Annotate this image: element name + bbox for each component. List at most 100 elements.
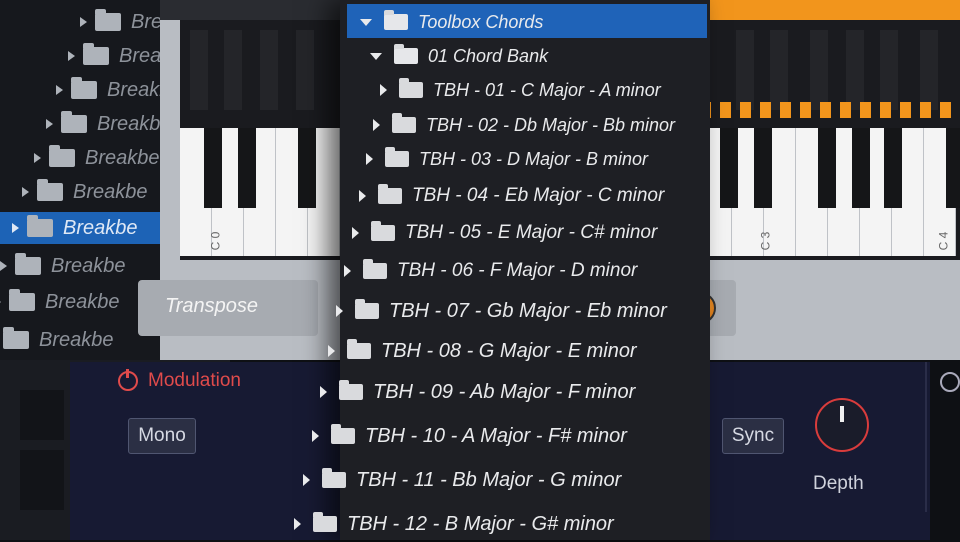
tree-item[interactable]: TBH - 09 - Ab Major - F minor (320, 375, 635, 409)
folder-icon (331, 424, 355, 444)
power-icon[interactable] (118, 369, 138, 391)
key-highlight-row (680, 102, 960, 120)
expand-arrow-icon[interactable] (0, 261, 7, 271)
black-key[interactable] (880, 30, 898, 110)
browser-item[interactable]: Breakbe (34, 142, 160, 174)
tree-item[interactable]: TBH - 02 - Db Major - Bb minor (373, 110, 675, 140)
expand-arrow-icon[interactable] (352, 227, 359, 239)
tree-item[interactable]: TBH - 10 - A Major - F# minor (312, 418, 627, 454)
black-key[interactable] (884, 128, 902, 208)
expand-arrow-icon[interactable] (312, 430, 319, 442)
black-key[interactable] (720, 128, 738, 208)
black-key[interactable] (736, 30, 754, 110)
tree-item[interactable]: TBH - 06 - F Major - D minor (344, 255, 637, 287)
browser-item[interactable]: Breakbe (46, 108, 172, 140)
key-highlight (900, 102, 911, 118)
tree-item-label: TBH - 04 - Eb Major - C minor (412, 185, 665, 206)
folder-icon (378, 184, 402, 204)
folder-icon (37, 179, 63, 201)
browser-item[interactable]: Breakbe (0, 250, 126, 282)
tree-item-label: TBH - 05 - E Major - C# minor (405, 222, 658, 243)
tree-item[interactable]: TBH - 03 - D Major - B minor (366, 144, 648, 174)
black-key[interactable] (238, 128, 256, 208)
expand-arrow-icon[interactable] (22, 187, 29, 197)
expand-arrow-icon[interactable] (56, 85, 63, 95)
octave-label: C 4 (936, 231, 951, 251)
black-key[interactable] (224, 30, 242, 110)
tree-item-bank[interactable]: 01 Chord Bank (370, 42, 548, 70)
tree-item[interactable]: TBH - 05 - E Major - C# minor (352, 217, 657, 249)
black-key[interactable] (298, 128, 316, 208)
key-highlight (840, 102, 851, 118)
modulation-header[interactable]: Modulation (118, 369, 241, 392)
expand-arrow-icon[interactable] (320, 386, 327, 398)
tree-item-root[interactable]: Toolbox Chords (360, 8, 543, 36)
mono-button[interactable]: Mono (128, 418, 196, 454)
expand-arrow-icon[interactable] (46, 119, 53, 129)
key-highlight (760, 102, 771, 118)
black-key[interactable] (754, 128, 772, 208)
key-highlight (860, 102, 871, 118)
expand-arrow-icon[interactable] (34, 153, 41, 163)
expand-arrow-icon[interactable] (373, 119, 380, 131)
expand-arrow-icon[interactable] (366, 153, 373, 165)
black-key[interactable] (846, 30, 864, 110)
tree-item[interactable]: TBH - 07 - Gb Major - Eb minor (336, 294, 667, 328)
sync-button[interactable]: Sync (722, 418, 784, 454)
black-key[interactable] (810, 30, 828, 110)
power-icon[interactable] (940, 372, 960, 392)
black-key[interactable] (818, 128, 836, 208)
key-highlight (920, 102, 931, 118)
expand-arrow-icon[interactable] (12, 223, 19, 233)
black-key[interactable] (204, 128, 222, 208)
folder-icon (313, 512, 337, 532)
black-key[interactable] (296, 30, 314, 110)
expand-arrow-icon[interactable] (359, 190, 366, 202)
browser-item-label: Breakbe (63, 216, 138, 239)
tree-item[interactable]: TBH - 08 - G Major - E minor (328, 334, 637, 368)
expand-arrow-icon[interactable] (294, 518, 301, 530)
folder-icon (347, 339, 371, 359)
black-key[interactable] (770, 30, 788, 110)
tree-item[interactable]: TBH - 04 - Eb Major - C minor (359, 180, 664, 212)
folder-icon (399, 78, 423, 98)
browser-item[interactable]: Breakbe (0, 324, 114, 356)
tree-item-label: TBH - 11 - Bb Major - G minor (356, 468, 622, 491)
black-key[interactable] (920, 30, 938, 110)
folder-open-icon (384, 10, 408, 30)
browser-item[interactable]: Breakbe (22, 176, 148, 208)
collapse-arrow-icon[interactable] (370, 52, 382, 60)
black-key[interactable] (852, 128, 870, 208)
browser-item[interactable]: Breakbe (0, 286, 120, 318)
expand-arrow-icon[interactable] (336, 305, 343, 317)
tree-item-label: TBH - 12 - B Major - G# minor (347, 512, 614, 535)
expand-arrow-icon[interactable] (303, 474, 310, 486)
tree-item-label: TBH - 01 - C Major - A minor (433, 79, 661, 100)
depth-knob[interactable] (815, 398, 869, 452)
tree-item[interactable]: TBH - 12 - B Major - G# minor (294, 506, 614, 542)
black-key[interactable] (260, 30, 278, 110)
expand-arrow-icon[interactable] (0, 297, 1, 307)
folder-icon (322, 468, 346, 488)
folder-icon (385, 147, 409, 167)
browser-item-label: Breakbe (39, 328, 114, 351)
expand-arrow-icon[interactable] (380, 84, 387, 96)
tree-item-label: TBH - 08 - G Major - E minor (381, 339, 637, 362)
expand-arrow-icon[interactable] (68, 51, 75, 61)
tree-item[interactable]: TBH - 01 - C Major - A minor (380, 76, 661, 104)
tree-item-label: TBH - 06 - F Major - D minor (397, 260, 638, 281)
black-key[interactable] (946, 128, 960, 208)
folder-icon (9, 289, 35, 311)
collapse-arrow-icon[interactable] (360, 18, 372, 26)
expand-arrow-icon[interactable] (344, 265, 351, 277)
folder-icon (71, 77, 97, 99)
range-bar[interactable] (700, 0, 960, 20)
folder-icon (355, 299, 379, 319)
grid-cell (20, 450, 64, 510)
tree-item[interactable]: TBH - 11 - Bb Major - G minor (303, 462, 621, 498)
expand-arrow-icon[interactable] (80, 17, 87, 27)
expand-arrow-icon[interactable] (328, 345, 335, 357)
folder-icon (83, 43, 109, 65)
black-key[interactable] (190, 30, 208, 110)
folder-icon (3, 327, 29, 349)
